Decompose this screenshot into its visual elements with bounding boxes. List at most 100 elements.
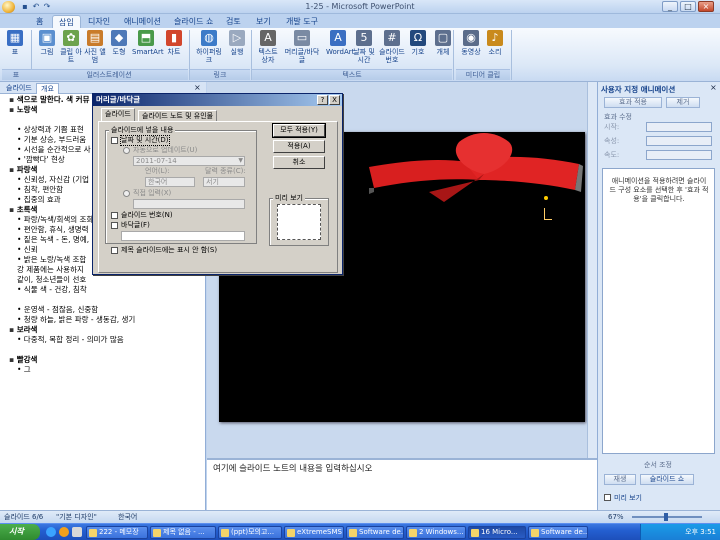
language-select[interactable]: 한국어 [145,177,195,187]
cancel-button[interactable]: 취소 [273,156,325,169]
footer-input[interactable] [121,231,245,241]
desktop-icon[interactable] [72,527,82,537]
apply-all-button[interactable]: 모두 적용(Y) [272,123,326,138]
remove-button[interactable]: 제거 [666,97,700,108]
tab-view[interactable]: 보기 [250,15,277,28]
tab-home[interactable]: 홈 [30,15,49,28]
slide-icon[interactable]: ▪ [9,165,17,174]
clipart-button[interactable]: ✿ 클립 아트 [60,30,82,68]
quicklaunch-icon[interactable] [59,527,69,537]
selection-handle[interactable] [544,196,548,200]
date-time-checkbox[interactable] [111,137,118,144]
picture-button[interactable]: ▣ 그림 [36,30,58,68]
chart-button[interactable]: ▮ 차트 [162,30,186,68]
tab-notes-handouts[interactable]: 슬라이드 노트 및 유인물 [138,110,218,121]
tab-slides[interactable]: 슬라이드 [2,83,36,94]
save-icon[interactable]: ▪ [20,2,30,12]
taskbar-item[interactable]: Software de... [528,526,588,539]
taskbar-item[interactable]: Software de... [346,526,404,539]
slide-icon[interactable]: ▪ [9,205,17,214]
close-icon[interactable]: × [710,83,717,92]
outline-slide-title[interactable]: ▪ 빨강색 [3,355,203,365]
no-title-slide-checkbox[interactable] [111,247,118,254]
tab-slide[interactable]: 슬라이드 [101,108,135,121]
ribbon-graphic[interactable] [369,132,585,212]
sound-button[interactable]: ♪ 소리 [486,30,504,68]
taskbar-item[interactable]: 222 - 메모장 [86,526,148,539]
outline-slide-title[interactable]: ▪ 보라색 [3,325,203,335]
outline-bullet[interactable]: • 그 [3,365,203,375]
outline-bullet[interactable]: • 청량 하늘, 밝은 파랑 - 생동감, 생기 [3,315,203,325]
taskbar-item[interactable]: (ppt)모의고... [218,526,282,539]
placeholder-corner[interactable] [544,208,552,220]
header-footer-button[interactable]: ▭ 머리글/바닥글 [282,30,322,68]
outline-bullet[interactable]: • 식물 색 - 건강, 침착 [3,285,203,295]
undo-icon[interactable]: ↶ [31,2,41,12]
slide-icon[interactable]: ▪ [9,105,17,114]
close-button[interactable]: × [698,1,714,12]
slide-icon[interactable]: ▪ [9,355,17,364]
minimize-button[interactable]: _ [662,1,678,12]
notes-pane[interactable]: 여기에 슬라이드 노트의 내용을 입력하십시오 [207,458,597,510]
zoom-level[interactable]: 67% [608,511,624,523]
outline-bullet[interactable] [3,345,203,355]
textbox-button[interactable]: A 텍스트 상자 [256,30,280,68]
maximize-button[interactable]: □ [680,1,696,12]
movie-button[interactable]: ◉ 동영상 [460,30,482,68]
start-select[interactable] [646,122,712,132]
slide-number-checkbox[interactable] [111,212,118,219]
fixed-input[interactable] [133,199,245,209]
slide-icon[interactable]: ▪ [9,325,17,334]
hyperlink-button[interactable]: ◍ 하이퍼링크 [194,30,224,68]
slide-number-button[interactable]: # 슬라이드 번호 [378,30,406,68]
play-button[interactable]: 재생 [604,474,636,485]
date-format-select[interactable]: 2011-07-14 ▼ [133,156,245,166]
animation-list[interactable]: 애니메이션을 적용하려면 슬라이드 구성 요소를 선택한 후 '효과 적용'을 … [602,168,715,454]
language[interactable]: 한국어 [118,511,137,523]
outline-bullet[interactable] [3,295,203,305]
taskbar-item[interactable]: 16 Micro... [468,526,526,539]
photo-album-button[interactable]: ▤ 사진 앨범 [84,30,106,68]
object-button[interactable]: ▢ 개체 [432,30,454,68]
tab-review[interactable]: 검토 [220,15,247,28]
taskbar-item[interactable]: eXtremeSMS [284,526,344,539]
start-button[interactable]: 시작 [0,524,40,540]
close-icon[interactable]: × [194,83,201,92]
shapes-button[interactable]: ◆ 도형 [108,30,130,68]
office-button[interactable] [2,1,15,13]
slide-scrollbar[interactable] [587,82,597,458]
auto-update-radio[interactable] [123,147,130,154]
add-effect-button[interactable]: 효과 적용 [604,97,662,108]
dialog-close-button[interactable]: X [329,95,340,105]
taskbar-item[interactable]: 제목 없음 - ... [150,526,216,539]
outline-bullet[interactable]: • 운영색 - 점잖음, 신중함 [3,305,203,315]
fixed-radio[interactable] [123,190,130,197]
date-time-button[interactable]: 5 날짜 및 시간 [352,30,376,68]
footer-checkbox[interactable] [111,222,118,229]
slide-icon[interactable]: ▪ [9,95,17,104]
help-button[interactable]: ? [317,95,328,105]
taskbar-item[interactable]: 2 Windows... [406,526,466,539]
property-select[interactable] [646,136,712,146]
action-button[interactable]: ▷ 실행 [226,30,248,68]
wordart-button[interactable]: A WordArt [326,30,354,68]
redo-icon[interactable]: ↷ [42,2,52,12]
tab-design[interactable]: 디자인 [82,15,116,28]
zoom-thumb[interactable] [664,513,668,521]
table-button[interactable]: ▦ 표 [6,30,24,68]
slideshow-button[interactable]: 슬라이드 쇼 [640,474,694,485]
speed-select[interactable] [646,150,712,160]
symbol-button[interactable]: Ω 기호 [408,30,428,68]
outline-bullet[interactable]: 같이, 청소년들이 선호 [3,275,203,285]
tab-developer[interactable]: 개발 도구 [280,15,324,28]
tab-insert[interactable]: 삽입 [52,15,81,28]
smartart-button[interactable]: ⬒ SmartArt [132,30,164,68]
tab-outline[interactable]: 개요 [36,83,59,94]
calendar-select[interactable]: 서기 [203,177,245,187]
tab-animations[interactable]: 애니메이션 [118,15,167,28]
autopreview-checkbox[interactable] [604,494,611,501]
tab-slideshow[interactable]: 슬라이드 쇼 [168,15,219,28]
ie-icon[interactable] [46,527,56,537]
outline-bullet[interactable]: • 다중적, 복합 정리 - 의미가 많음 [3,335,203,345]
clock[interactable]: 오후 3:51 [685,528,716,536]
